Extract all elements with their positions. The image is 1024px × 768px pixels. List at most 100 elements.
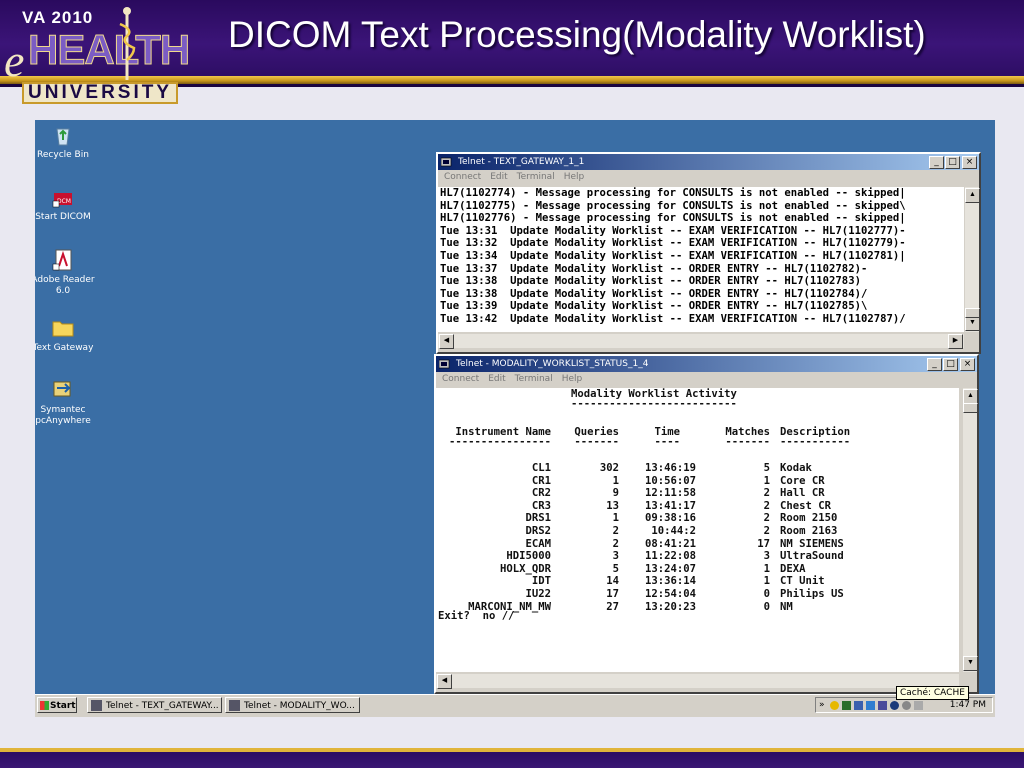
gateway-window-title: Telnet - TEXT_GATEWAY_1_1	[458, 157, 585, 167]
cache-cube-icon[interactable]	[830, 701, 839, 710]
scroll-thumb[interactable]	[963, 403, 978, 413]
table-cell-description: Room 2150	[780, 512, 838, 525]
worklist-vertical-scrollbar[interactable]: ▲ ▼	[963, 388, 978, 672]
table-cell-match-count: 2	[763, 512, 770, 525]
table-cell-query-count: 1	[612, 512, 619, 525]
taskbar: Start Telnet - TEXT_GATEWAY... Telnet - …	[35, 694, 995, 717]
table-cell-match-count: 2	[763, 525, 770, 537]
desktop-icon-adobe-reader[interactable]: Adobe Reader 6.0	[35, 248, 96, 297]
scroll-up-arrow-icon[interactable]: ▲	[963, 389, 978, 404]
table-cell-last-query-time: 10:56:07	[644, 474, 696, 487]
maximize-button[interactable]: □	[943, 358, 958, 371]
table-cell-last-query-time: 11:22:08	[644, 550, 696, 563]
table-cell-description: UltraSound	[780, 550, 844, 563]
taskbar-item-modality-worklist[interactable]: Telnet - MODALITY_WO...	[225, 697, 360, 713]
windows-flag-icon	[40, 701, 49, 710]
desktop-icon-start-dicom[interactable]: DCM Start DICOM	[35, 185, 96, 223]
taskbar-clock[interactable]: 1:47 PM	[950, 698, 986, 713]
gateway-window-titlebar[interactable]: Telnet - TEXT_GATEWAY_1_1 _ □ ×	[438, 154, 979, 170]
scroll-left-arrow-icon[interactable]: ◀	[437, 674, 452, 689]
table-cell-instrument-name: HOLX_QDR	[499, 562, 551, 575]
table-cell-instrument-name: HDI5000	[506, 550, 551, 563]
table-cell-description: NM	[780, 600, 793, 613]
minimize-button[interactable]: _	[927, 358, 942, 371]
table-cell-last-query-time: 09:38:16	[644, 512, 696, 525]
table-cell-query-count: 3	[612, 550, 619, 563]
start-label: Start	[50, 701, 76, 711]
close-button[interactable]: ×	[962, 156, 977, 169]
globe-icon[interactable]	[890, 701, 899, 710]
desktop-icon-recycle-bin[interactable]: Recycle Bin	[35, 123, 96, 161]
table-cell-match-count: 3	[763, 550, 770, 563]
table-cell-instrument-name: CR2	[531, 487, 551, 500]
scroll-down-arrow-icon[interactable]: ▼	[963, 656, 978, 671]
gateway-horizontal-scrollbar[interactable]: ◀ ▶	[438, 334, 964, 349]
monitor-icon[interactable]	[854, 701, 863, 710]
close-button[interactable]: ×	[960, 358, 975, 371]
table-cell-query-count: 17	[606, 588, 619, 600]
worklist-horizontal-scrollbar[interactable]: ◀	[436, 674, 959, 689]
exit-prompt[interactable]: Exit? no //	[438, 610, 515, 623]
network-icon[interactable]	[842, 701, 851, 710]
worklist-window-titlebar[interactable]: Telnet - MODALITY_WORKLIST_STATUS_1_4 _ □…	[436, 356, 977, 372]
desktop-icon-label: Recycle Bin	[37, 150, 89, 160]
table-cell-description: Core CR	[780, 474, 825, 487]
taskbar-item-label: Telnet - MODALITY_WO...	[244, 701, 355, 711]
column-rule: -------	[574, 436, 619, 448]
gateway-telnet-window[interactable]: Telnet - TEXT_GATEWAY_1_1 _ □ × Connect Edi…	[436, 152, 981, 354]
folder-icon	[52, 321, 74, 337]
desktop-icon-pcanywhere[interactable]: Symantec pcAnywhere	[35, 378, 96, 427]
terminal-line: Tue 13:34 Update Modality Worklist -- EX…	[440, 249, 906, 262]
table-cell-last-query-time: 08:41:21	[644, 537, 696, 550]
table-cell-query-count: 302	[599, 462, 619, 474]
tray-tooltip: Caché: CACHE	[896, 686, 969, 700]
table-cell-description: Kodak	[780, 462, 812, 474]
terminal-line: HL7(1102774) - Message processing for CO…	[440, 187, 906, 199]
table-cell-instrument-name: IDT	[531, 575, 551, 588]
telnet-icon	[441, 157, 452, 167]
minimize-button[interactable]: _	[929, 156, 944, 169]
table-cell-query-count: 14	[606, 575, 619, 588]
menu-edit[interactable]: Edit	[490, 172, 507, 182]
table-cell-query-count: 2	[612, 525, 619, 537]
terminal-line: Tue 13:42 Update Modality Worklist -- EX…	[440, 312, 906, 325]
worklist-heading-rule: --------------------------	[571, 398, 737, 410]
table-cell-instrument-name: CR3	[531, 499, 551, 512]
grid-icon[interactable]	[878, 701, 887, 710]
menu-connect[interactable]: Connect	[442, 374, 479, 384]
scroll-left-arrow-icon[interactable]: ◀	[439, 334, 454, 349]
recycle-bin-icon	[56, 128, 70, 146]
worklist-terminal-output[interactable]: Modality Worklist Activity -------------…	[436, 388, 959, 672]
desktop-icon-text-gateway[interactable]: Text Gateway	[35, 316, 96, 354]
gateway-vertical-scrollbar[interactable]: ▲ ▼	[965, 187, 980, 332]
table-cell-description: CT Unit	[780, 575, 825, 588]
volume-icon[interactable]	[914, 701, 923, 710]
table-cell-match-count: 0	[763, 600, 770, 613]
desktop-icon-label: Symantec pcAnywhere	[35, 405, 91, 426]
scroll-right-arrow-icon[interactable]: ▶	[948, 334, 963, 349]
menu-connect[interactable]: Connect	[444, 172, 481, 182]
worklist-menubar: Connect Edit Terminal Help	[436, 372, 977, 386]
tray-expand-icon[interactable]: »	[819, 698, 825, 713]
menu-terminal[interactable]: Terminal	[515, 374, 553, 384]
menu-help[interactable]: Help	[562, 374, 583, 384]
table-cell-description: NM SIEMENS	[780, 537, 844, 550]
maximize-button[interactable]: □	[945, 156, 960, 169]
gateway-terminal-output[interactable]: HL7(1102774) - Message processing for CO…	[438, 187, 964, 332]
start-button[interactable]: Start	[37, 697, 77, 713]
worklist-telnet-window[interactable]: Telnet - MODALITY_WORKLIST_STATUS_1_4 _ □…	[434, 354, 979, 694]
footer-purple-band	[0, 752, 1024, 768]
terminal-line: Tue 13:39 Update Modality Worklist -- OR…	[440, 300, 868, 313]
menu-help[interactable]: Help	[564, 172, 585, 182]
scroll-up-arrow-icon[interactable]: ▲	[965, 188, 980, 203]
scroll-thumb[interactable]	[965, 308, 980, 318]
menu-edit[interactable]: Edit	[488, 374, 505, 384]
scroll-down-arrow-icon[interactable]: ▼	[965, 316, 980, 331]
table-cell-description: Philips US	[780, 588, 844, 600]
column-rule: -----------	[780, 436, 851, 448]
menu-terminal[interactable]: Terminal	[517, 172, 555, 182]
terminal-line: Tue 13:31 Update Modality Worklist -- EX…	[440, 224, 906, 237]
clock-tray-icon[interactable]	[902, 701, 911, 710]
shield-icon[interactable]	[866, 701, 875, 710]
taskbar-item-text-gateway[interactable]: Telnet - TEXT_GATEWAY...	[87, 697, 222, 713]
